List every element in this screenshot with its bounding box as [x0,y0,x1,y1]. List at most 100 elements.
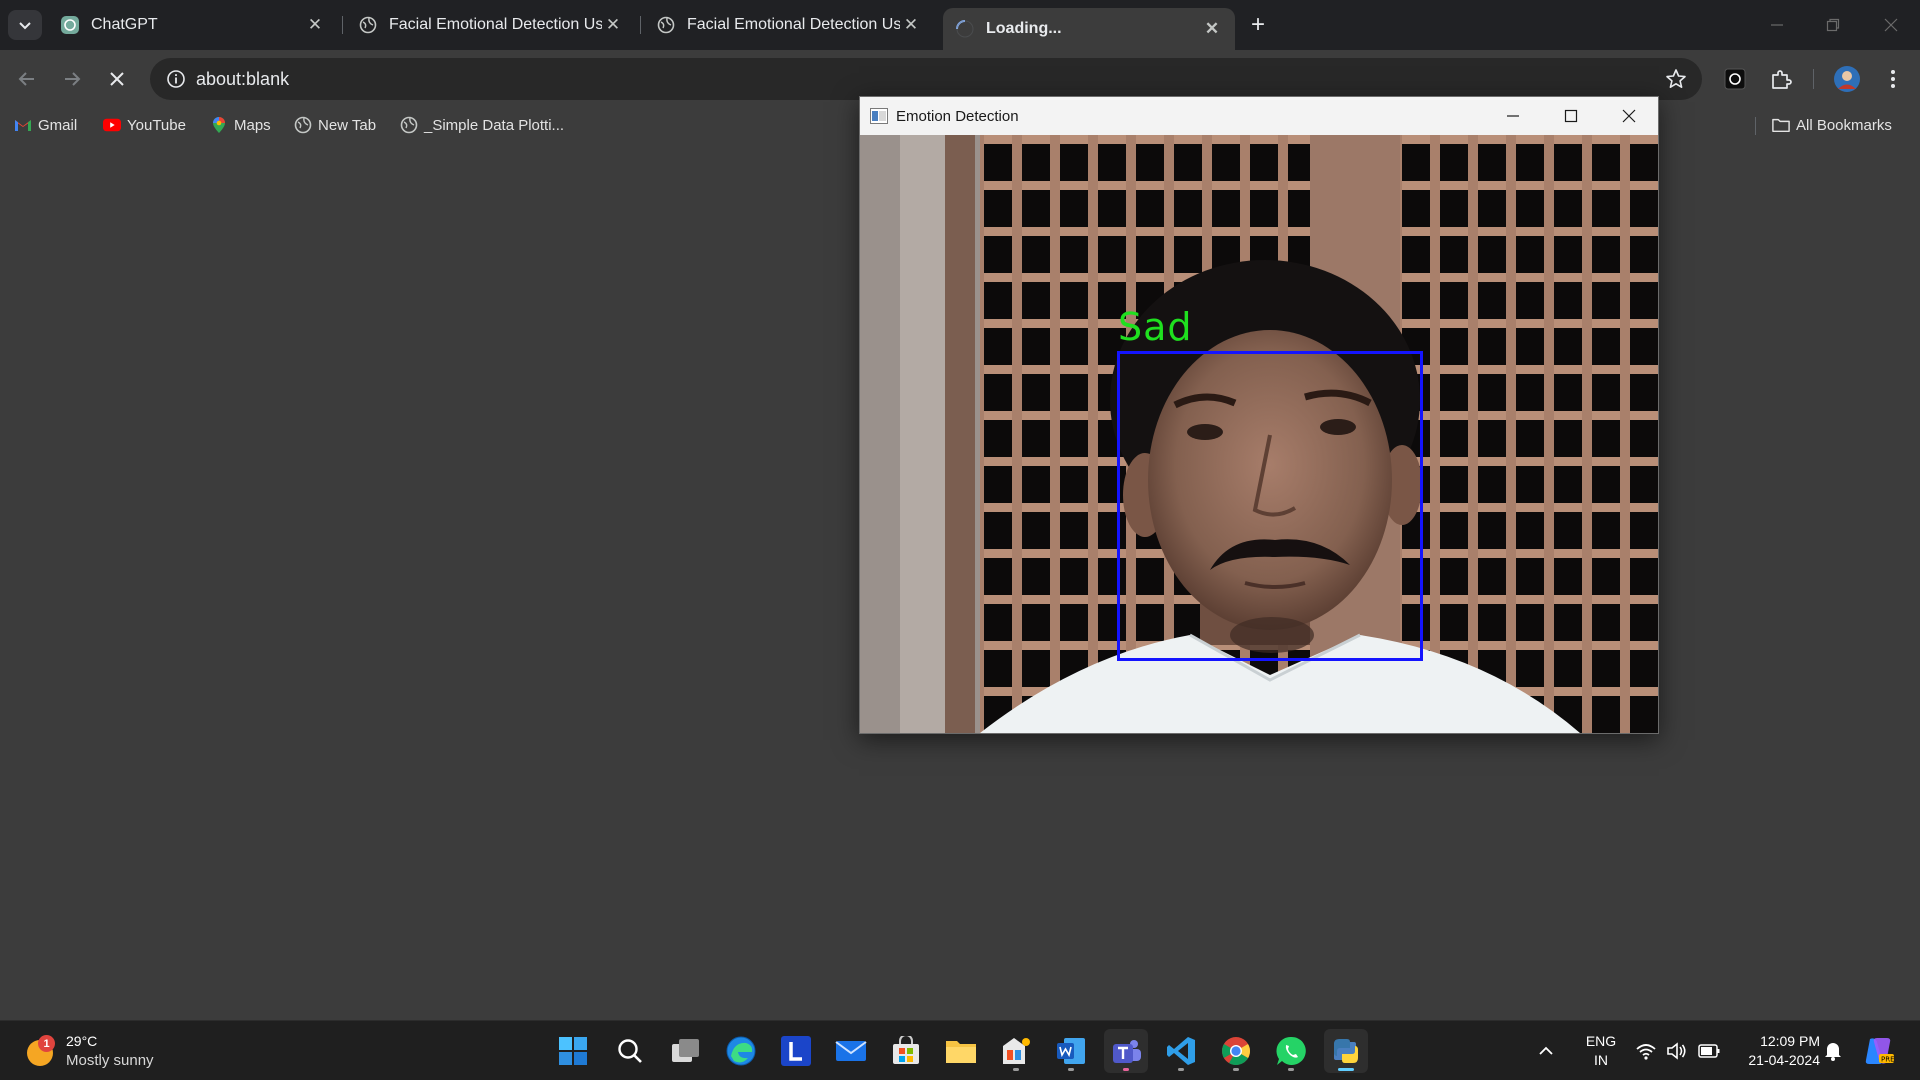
maximize-button[interactable] [1542,97,1600,135]
bell-icon [1825,1043,1841,1061]
restore-window-button[interactable] [1818,10,1848,40]
back-button[interactable] [10,62,44,96]
stop-loading-button[interactable] [100,62,134,96]
url-text[interactable]: about:blank [196,69,1656,90]
chevron-down-icon [19,22,31,30]
paint-icon [1003,1038,1030,1064]
whatsapp-icon [1276,1036,1306,1065]
edge-icon [726,1036,756,1066]
file-explorer-icon [946,1041,976,1063]
bookmark-label: YouTube [127,116,186,134]
tab-strip: ChatGPT ✕ Facial Emotional Detection Usi… [0,0,1920,50]
file-explorer-app[interactable] [939,1029,983,1073]
close-tab-icon[interactable]: ✕ [900,14,922,36]
close-window-button[interactable] [1876,10,1906,40]
forward-button[interactable] [55,62,89,96]
task-view-button[interactable] [664,1029,708,1073]
word-icon [1057,1038,1085,1064]
gmail-icon [14,116,32,134]
store-app[interactable] [884,1029,928,1073]
windows-start-icon [559,1037,587,1065]
running-indicator [1123,1068,1129,1071]
folder-icon [1772,116,1790,134]
new-tab-button[interactable]: + [1244,11,1272,39]
arrow-right-icon [65,72,81,86]
bookmark-label: Gmail [38,116,78,134]
chevron-up-icon [1539,1046,1553,1055]
globe-icon [400,116,418,134]
copilot-icon: PRE [1865,1038,1894,1064]
bookmark-new-tab[interactable]: New Tab [294,113,376,137]
whatsapp-app[interactable] [1269,1029,1313,1073]
tab-chatgpt[interactable]: ChatGPT ✕ [48,8,338,42]
tab-title: ChatGPT [91,16,158,33]
tab-title: Loading... [986,20,1062,37]
globe-icon [656,15,676,35]
emotion-detection-window[interactable]: Emotion Detection Sad [859,96,1659,734]
windows-taskbar: 1 29°C Mostly sunny ENG IN 12:09 PM 21-0… [0,1020,1920,1080]
bookmark-star-icon[interactable] [1656,68,1696,90]
close-tab-icon[interactable]: ✕ [602,14,624,36]
start-button[interactable] [551,1029,595,1073]
l-app-icon [781,1036,811,1066]
svg-text:PRE: PRE [1881,1056,1894,1064]
close-icon [1622,109,1636,123]
word-app[interactable] [1049,1029,1093,1073]
close-tab-icon[interactable]: ✕ [304,14,326,36]
input-language-indicator[interactable]: ENG IN [1580,1032,1622,1070]
close-icon [110,72,124,86]
opencv-window-icon [870,108,888,124]
close-tab-icon[interactable]: ✕ [1201,18,1223,40]
bookmark-gmail[interactable]: Gmail [14,113,77,137]
show-hidden-icons-button[interactable] [1538,1031,1554,1071]
tab-search-button[interactable] [8,10,42,40]
quick-settings-button[interactable] [1636,1031,1720,1071]
teams-icon [1113,1040,1141,1063]
close-icon [1884,18,1898,32]
bookmark-simple-data-plotting[interactable]: _Simple Data Plotti... [400,113,564,137]
info-icon[interactable] [156,69,196,89]
minimize-icon [1507,115,1519,117]
weather-temperature: 29°C [66,1033,98,1049]
tab-facial-detection-1[interactable]: Facial Emotional Detection Usi ✕ [346,8,636,42]
browser-menu-icon[interactable] [1878,64,1908,94]
bookmark-youtube[interactable]: YouTube [103,113,186,137]
taskbar-clock[interactable]: 12:09 PM 21-04-2024 [1730,1032,1820,1070]
tab-facial-detection-2[interactable]: Facial Emotional Detection Usi ✕ [644,8,934,42]
all-bookmarks-button[interactable]: All Bookmarks [1772,113,1892,137]
window-title-bar[interactable]: Emotion Detection [860,97,1658,135]
taskbar-search[interactable] [608,1029,652,1073]
teams-app[interactable] [1104,1029,1148,1073]
address-bar[interactable]: about:blank [150,58,1702,100]
chrome-app[interactable] [1214,1029,1258,1073]
minimize-window-button[interactable] [1762,10,1792,40]
copilot-button[interactable]: PRE [1862,1031,1894,1071]
extension-openai-icon[interactable] [1720,64,1750,94]
youtube-icon [103,116,121,134]
arrow-left-icon [18,72,34,86]
minimize-button[interactable] [1484,97,1542,135]
globe-icon [294,116,312,134]
webcam-frame: Sad [860,135,1658,733]
notifications-button[interactable] [1824,1031,1842,1071]
python-app[interactable] [1324,1029,1368,1073]
store-icon [893,1036,919,1064]
maps-icon [210,116,228,134]
toolbar-separator [1813,69,1814,89]
l-app[interactable] [774,1029,818,1073]
running-indicator [1233,1068,1239,1071]
weather-badge: 1 [38,1035,55,1052]
profile-avatar[interactable] [1832,64,1862,94]
extensions-puzzle-icon[interactable] [1766,64,1796,94]
face-bounding-box [1117,351,1423,661]
mail-app[interactable] [829,1029,873,1073]
vscode-app[interactable] [1159,1029,1203,1073]
tab-loading[interactable]: Loading... ✕ [943,8,1235,50]
close-button[interactable] [1600,97,1658,135]
paint-app[interactable] [994,1029,1038,1073]
search-icon [618,1039,642,1063]
running-indicator [1288,1068,1294,1071]
weather-widget[interactable]: 1 29°C Mostly sunny [24,1031,154,1071]
edge-app[interactable] [719,1029,763,1073]
bookmark-maps[interactable]: Maps [210,113,271,137]
